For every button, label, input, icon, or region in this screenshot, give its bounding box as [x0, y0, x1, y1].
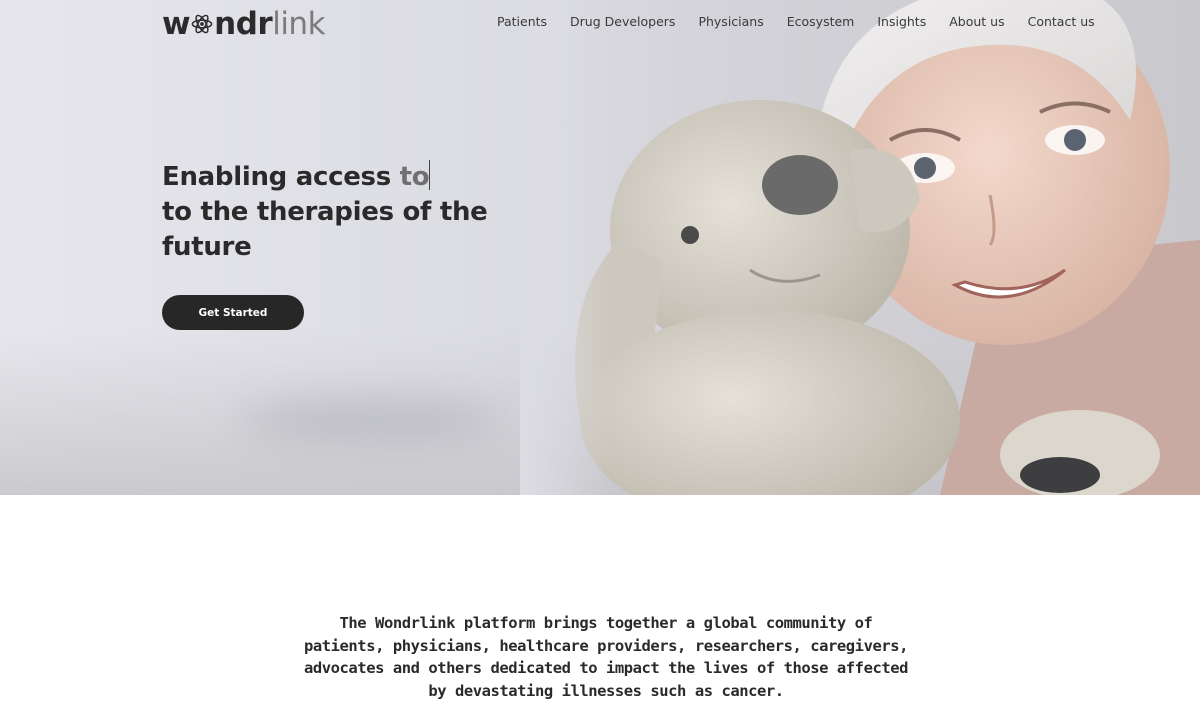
nav-item-patients[interactable]: Patients: [497, 14, 547, 34]
typing-cursor: [429, 160, 431, 190]
logo-prefix: w: [162, 5, 191, 42]
hero-headline: Enabling access to to the therapies of t…: [162, 160, 502, 265]
logo-suffix: link: [272, 5, 326, 42]
nav-item-contact-us[interactable]: Contact us: [1028, 14, 1095, 34]
nav-item-insights[interactable]: Insights: [877, 14, 926, 34]
brand-logo[interactable]: w ndr link: [162, 4, 326, 44]
get-started-button[interactable]: Get Started: [162, 295, 304, 330]
hero-shadow: [240, 400, 500, 440]
headline-typed-word: to: [399, 162, 430, 192]
nav-item-about-us[interactable]: About us: [949, 14, 1004, 34]
headline-rest: to the therapies of the future: [162, 197, 488, 262]
main-nav: Patients Drug Developers Physicians Ecos…: [497, 14, 1118, 34]
headline-start: Enabling access: [162, 162, 400, 192]
hero-section: w ndr link Patients Drug Developers Physi…: [0, 0, 1200, 495]
nav-item-drug-developers[interactable]: Drug Developers: [570, 14, 675, 34]
intro-paragraph: The Wondrlink platform brings together a…: [304, 614, 908, 700]
nav-item-ecosystem[interactable]: Ecosystem: [787, 14, 855, 34]
atom-icon: [191, 14, 213, 34]
nav-item-physicians[interactable]: Physicians: [698, 14, 763, 34]
child-with-teddy-bear-image: [520, 0, 1200, 495]
logo-middle: ndr: [214, 5, 273, 42]
